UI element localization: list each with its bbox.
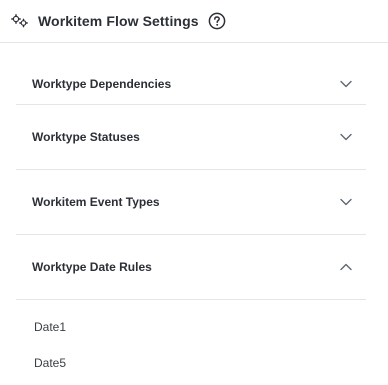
page-title: Workitem Flow Settings: [38, 13, 199, 29]
section-label: Worktype Date Rules: [32, 260, 152, 274]
section-label: Workitem Event Types: [32, 195, 160, 209]
panel-header: Workitem Flow Settings: [0, 0, 388, 43]
section-label: Worktype Statuses: [32, 130, 140, 144]
chevron-up-icon: [339, 260, 353, 274]
section-label: Worktype Dependencies: [32, 76, 172, 91]
chevron-down-icon: [339, 77, 353, 91]
help-circle-icon[interactable]: [208, 12, 226, 30]
section-worktype-date-rules[interactable]: Worktype Date Rules: [16, 235, 366, 300]
workitem-flow-settings-panel: Workitem Flow Settings Worktype Dependen…: [0, 0, 388, 385]
date-rules-list: Date1 Date5: [16, 300, 366, 385]
settings-sections: Worktype Dependencies Worktype Statuses …: [16, 43, 366, 385]
gears-icon: [11, 13, 29, 29]
chevron-down-icon: [339, 130, 353, 144]
chevron-down-icon: [339, 195, 353, 209]
section-workitem-event-types[interactable]: Workitem Event Types: [16, 170, 366, 235]
section-worktype-statuses[interactable]: Worktype Statuses: [16, 105, 366, 170]
list-item-date1[interactable]: Date1: [34, 314, 366, 350]
section-worktype-dependencies[interactable]: Worktype Dependencies: [16, 43, 366, 105]
list-item-date5[interactable]: Date5: [34, 350, 366, 385]
